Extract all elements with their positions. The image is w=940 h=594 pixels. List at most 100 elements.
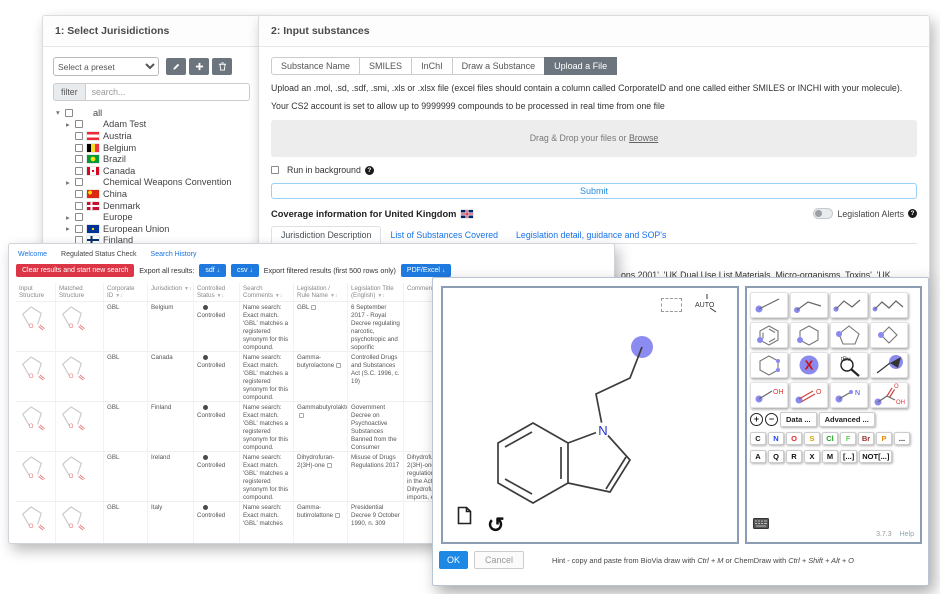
element-button[interactable]: S [804,432,820,445]
column-header[interactable]: Controlled Status▼↕ [194,283,240,301]
jurisdiction-checkbox[interactable] [75,144,83,152]
chain-2-tool[interactable] [790,292,828,318]
carboxyl-tool[interactable]: OOH [870,382,908,408]
input-method-tab[interactable]: Substance Name [271,57,360,75]
jurisdiction-tree-item[interactable]: Denmark [53,200,250,212]
help-link[interactable]: Help [900,531,914,538]
amine-tool[interactable]: N [830,382,868,408]
jurisdiction-tree-item[interactable]: Belgium [53,142,250,154]
help-icon[interactable]: ? [365,166,374,175]
file-dropzone[interactable]: Drag & Drop your files or Browse [271,120,917,157]
jurisdiction-checkbox[interactable] [75,178,83,186]
cyclohexane-tool[interactable] [790,322,828,348]
query-atom-button[interactable]: [...] [840,450,857,463]
jurisdiction-tree-item[interactable]: ▸ Chemical Weapons Convention [53,177,250,189]
benzene-ring-tool[interactable] [750,322,788,348]
jurisdiction-checkbox[interactable] [75,132,83,140]
coverage-tab[interactable]: Legislation detail, guidance and SOP's [507,227,675,243]
jurisdiction-checkbox[interactable] [75,120,83,128]
element-button[interactable]: P [876,432,892,445]
rule-checkbox[interactable] [311,305,316,310]
element-button[interactable]: C [750,432,766,445]
filter-sort-icons[interactable]: ▼↕ [184,286,191,292]
column-header[interactable]: Legislation / Rule Name▼↕ [294,283,348,301]
single-bond-tool[interactable] [750,292,788,318]
expander-icon[interactable]: ▾ [56,108,65,117]
jurisdiction-checkbox[interactable] [75,225,83,233]
keyboard-input-icon[interactable] [753,516,769,534]
legislation-alerts-toggle[interactable] [813,208,833,219]
export-csv-button[interactable]: csv↓ [231,264,259,277]
marquee-select-icon[interactable] [661,298,682,312]
undo-icon[interactable]: ↺ [487,515,505,536]
cancel-button[interactable]: Cancel [474,551,524,569]
jurisdiction-checkbox[interactable] [65,109,73,117]
data-button[interactable]: Data ... [780,412,817,427]
ok-button[interactable]: OK [439,551,468,569]
filter-sort-icons[interactable]: ▼↕ [217,293,224,299]
column-header[interactable]: Input Structure▼↕ [16,283,56,301]
jurisdiction-checkbox[interactable] [75,167,83,175]
column-header[interactable]: Jurisdiction▼↕ [148,283,194,301]
column-header[interactable]: Legislation Title (English)▼↕ [348,283,404,301]
jurisdiction-tree-item[interactable]: ▾ all [53,107,250,119]
rule-checkbox[interactable] [336,363,341,368]
query-atom-button[interactable]: A [750,450,766,463]
browse-link[interactable]: Browse [629,133,658,143]
element-button[interactable]: ... [894,432,910,445]
submit-button[interactable]: Submit [271,183,917,199]
rule-checkbox[interactable] [299,413,304,418]
filter-sort-icons[interactable]: ▼↕ [377,293,384,299]
input-method-tab[interactable]: Draw a Substance [452,57,546,75]
query-atom-button[interactable]: R [786,450,802,463]
jurisdiction-tree-item[interactable]: ▸ European Union [53,223,250,235]
expander-icon[interactable]: ▸ [66,224,75,233]
minus-charge-tool[interactable]: − [765,413,778,426]
element-button[interactable]: Br [858,432,874,445]
jurisdiction-tree-item[interactable]: ▸ Europe [53,211,250,223]
jurisdiction-checkbox[interactable] [75,213,83,221]
aromatic-ring-tool[interactable] [750,352,788,378]
drawing-canvas[interactable]: AUTO N ↺ [441,286,739,544]
expander-icon[interactable]: ▸ [66,178,75,187]
column-header[interactable]: Search Comments▼↕ [240,283,294,301]
jurisdiction-tree-item[interactable]: Brazil [53,153,250,165]
help-icon[interactable]: ? [908,209,917,218]
element-button[interactable]: F [840,432,856,445]
results-tab[interactable]: Welcome [18,251,47,258]
query-atom-button[interactable]: M [822,450,838,463]
delete-preset-button[interactable] [212,58,232,75]
element-button[interactable]: N [768,432,784,445]
input-method-tab[interactable]: SMILES [359,57,412,75]
edit-preset-button[interactable] [166,58,186,75]
chain-3-tool[interactable] [830,292,868,318]
auto-bond-icon[interactable]: AUTO [695,294,719,319]
column-header[interactable]: Corporate ID▼↕ [104,283,148,301]
expander-icon[interactable]: ▸ [66,120,75,129]
jurisdiction-search-input[interactable] [85,83,250,101]
filter-sort-icons[interactable]: ▼↕ [115,293,122,299]
carbonyl-tool[interactable]: O [790,382,828,408]
clear-results-button[interactable]: Clear results and start new search [16,264,134,277]
query-magnifier-tool[interactable]: tBu [830,352,868,378]
rule-checkbox[interactable] [327,463,332,468]
chain-4-tool[interactable] [870,292,908,318]
results-tab[interactable]: Regulated Status Check [61,251,137,258]
export-pdf-excel-button[interactable]: PDF/Excel↓ [401,264,451,277]
plus-charge-tool[interactable]: + [750,413,763,426]
jurisdiction-checkbox[interactable] [75,202,83,210]
add-preset-button[interactable] [189,58,209,75]
preset-select[interactable]: Select a preset [53,57,159,76]
filter-sort-icons[interactable]: ▼↕ [330,293,337,299]
run-in-background-checkbox[interactable] [271,166,279,174]
jurisdiction-checkbox[interactable] [75,155,83,163]
query-atom-button[interactable]: Q [768,450,784,463]
element-button[interactable]: Cl [822,432,838,445]
export-sdf-button[interactable]: sdf↓ [199,264,226,277]
input-method-tab[interactable]: Upload a File [544,57,617,75]
jurisdiction-checkbox[interactable] [75,190,83,198]
new-document-icon[interactable] [457,506,472,530]
query-atom-button[interactable]: NOT[...] [859,450,892,463]
hydroxyl-tool[interactable]: OH [750,382,788,408]
jurisdiction-tree-item[interactable]: ▸ Adam Test [53,119,250,131]
